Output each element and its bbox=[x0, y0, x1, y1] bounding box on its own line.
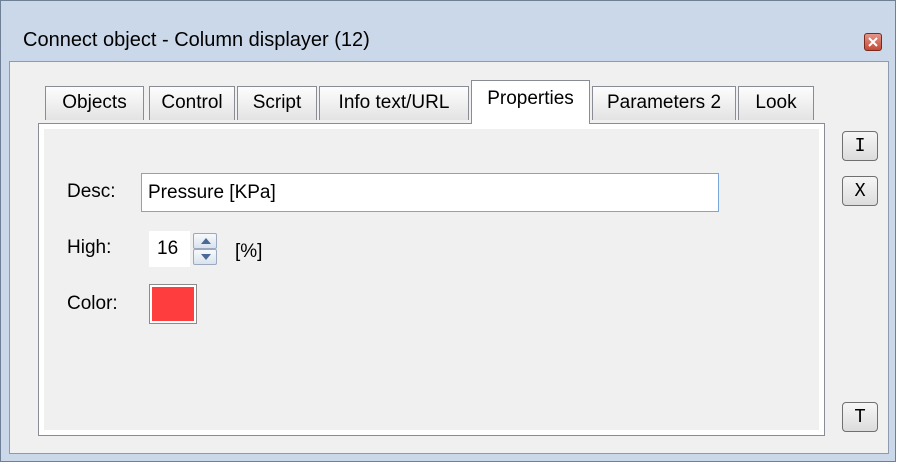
high-unit-label: [%] bbox=[235, 241, 263, 262]
arrow-up-icon bbox=[201, 238, 211, 244]
dialog-window: Connect object - Column displayer (12) O… bbox=[0, 0, 896, 462]
high-stepper: 16 bbox=[149, 231, 220, 267]
window-title: Connect object - Column displayer (12) bbox=[23, 29, 370, 51]
desc-label: Desc: bbox=[67, 181, 116, 202]
desc-input[interactable] bbox=[141, 173, 719, 212]
clear-button[interactable]: X bbox=[842, 176, 878, 206]
tab-script[interactable]: Script bbox=[237, 86, 317, 120]
close-icon bbox=[868, 37, 878, 47]
insert-button[interactable]: I bbox=[842, 131, 878, 161]
title-bar[interactable]: Connect object - Column displayer (12) bbox=[1, 1, 895, 61]
dialog-client-area: Objects Control Script Info text/URL Pro… bbox=[9, 61, 889, 454]
color-label: Color: bbox=[67, 293, 118, 314]
spin-up-button[interactable] bbox=[193, 233, 217, 249]
tab-properties[interactable]: Properties bbox=[471, 80, 590, 124]
properties-panel bbox=[38, 123, 825, 436]
tab-info-text-url[interactable]: Info text/URL bbox=[319, 86, 469, 120]
tab-control[interactable]: Control bbox=[149, 86, 235, 120]
color-picker-button[interactable] bbox=[149, 284, 197, 324]
close-button[interactable] bbox=[864, 33, 882, 51]
spin-down-button[interactable] bbox=[193, 249, 217, 265]
arrow-down-icon bbox=[201, 254, 211, 260]
tab-objects[interactable]: Objects bbox=[45, 86, 144, 120]
text-button[interactable]: T bbox=[842, 402, 878, 432]
tab-look[interactable]: Look bbox=[738, 86, 814, 120]
color-swatch-fill bbox=[152, 287, 194, 321]
high-value-field[interactable]: 16 bbox=[149, 231, 190, 267]
high-label: High: bbox=[67, 237, 112, 258]
tab-parameters-2[interactable]: Parameters 2 bbox=[592, 86, 736, 120]
